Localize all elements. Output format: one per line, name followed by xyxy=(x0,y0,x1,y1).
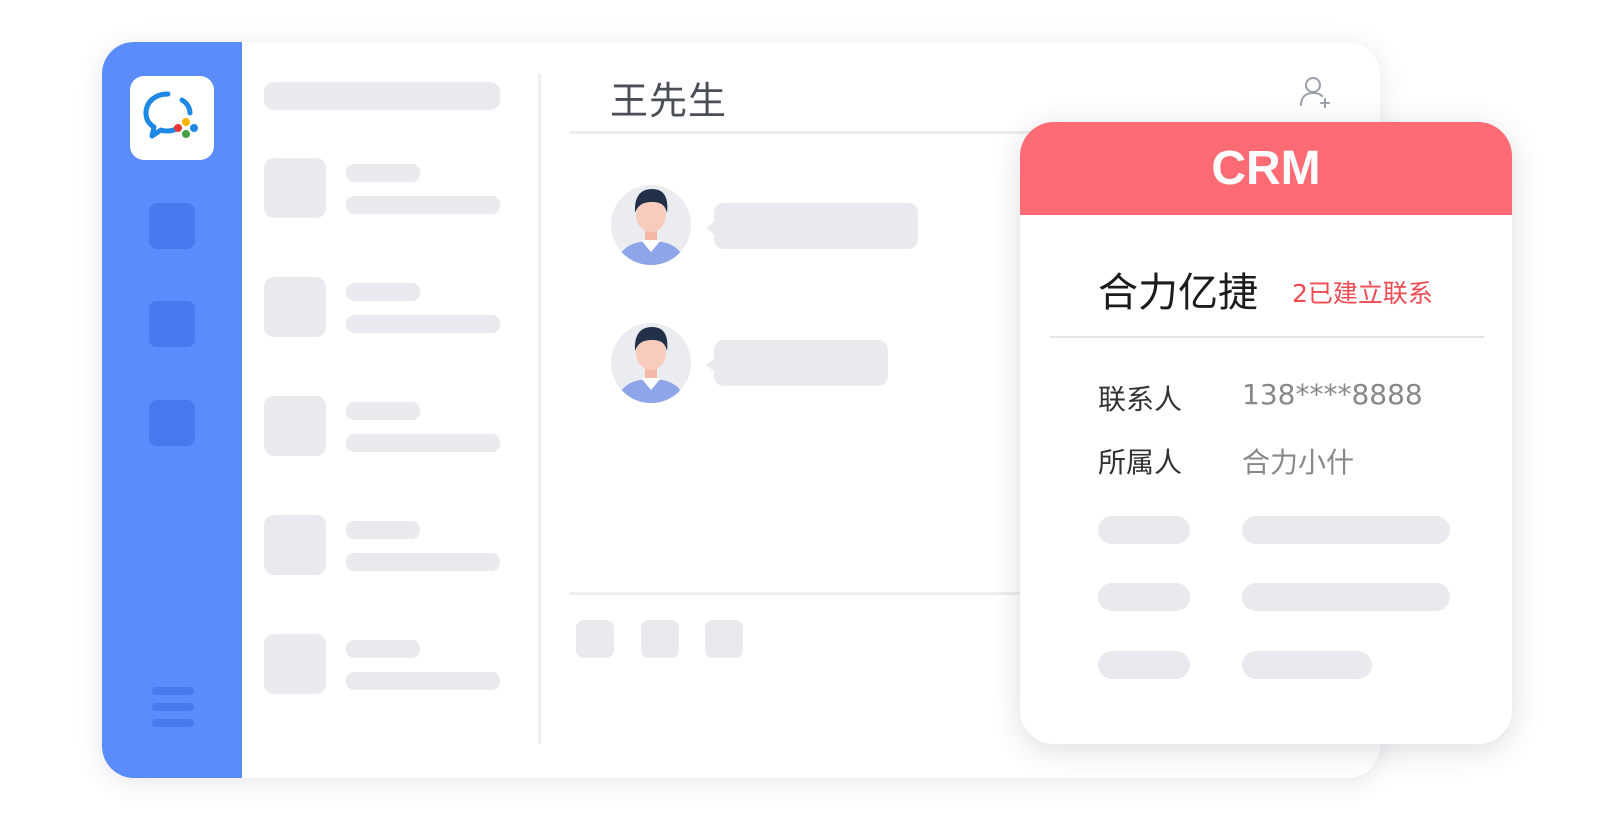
user-avatar[interactable] xyxy=(610,320,692,404)
list-subtitle-placeholder xyxy=(346,434,500,452)
input-divider xyxy=(570,592,1030,595)
nav-item-3[interactable] xyxy=(149,400,195,446)
add-contact-icon[interactable] xyxy=(1298,74,1334,110)
message-bubble xyxy=(706,340,888,386)
list-title-placeholder xyxy=(346,164,420,182)
list-subtitle-placeholder xyxy=(346,196,500,214)
list-avatar-placeholder xyxy=(264,277,326,337)
list-title-placeholder xyxy=(346,521,420,539)
crm-field-value-placeholder xyxy=(1242,516,1450,544)
crm-card: CRM 合力亿捷 2已建立联系 联系人 138****8888 所属人 合力小什 xyxy=(1020,122,1512,744)
user-avatar[interactable] xyxy=(610,182,692,266)
list-avatar-placeholder xyxy=(264,515,326,575)
crm-field-label-contact: 联系人 xyxy=(1098,383,1183,416)
chat-header-divider xyxy=(570,131,1030,134)
list-avatar-placeholder xyxy=(264,396,326,456)
list-avatar-placeholder xyxy=(264,634,326,694)
list-title-placeholder xyxy=(346,283,420,301)
list-title-placeholder xyxy=(346,402,420,420)
crm-field-value-placeholder xyxy=(1242,583,1450,611)
list-avatar-placeholder xyxy=(264,158,326,218)
crm-divider xyxy=(1050,336,1484,338)
crm-field-label-placeholder xyxy=(1098,583,1190,611)
list-subtitle-placeholder xyxy=(346,672,500,690)
toolbar-button[interactable] xyxy=(705,620,743,658)
crm-field-label-owner: 所属人 xyxy=(1098,446,1183,479)
crm-field-value-placeholder xyxy=(1242,651,1372,679)
sidebar xyxy=(102,42,242,778)
search-bar-placeholder[interactable] xyxy=(264,82,500,110)
app-logo[interactable] xyxy=(130,76,214,160)
list-subtitle-placeholder xyxy=(346,553,500,571)
crm-company-name: 合力亿捷 xyxy=(1098,270,1258,316)
list-title-placeholder xyxy=(346,640,420,658)
message-bubble xyxy=(706,203,918,249)
wecom-chat-logo-icon xyxy=(143,91,198,139)
crm-field-value-owner: 合力小什 xyxy=(1242,446,1355,479)
toolbar-button[interactable] xyxy=(641,620,679,658)
crm-field-value-contact: 138****8888 xyxy=(1242,378,1423,411)
nav-item-2[interactable] xyxy=(149,301,195,347)
crm-status-text: 2已建立联系 xyxy=(1292,279,1433,308)
crm-header: CRM xyxy=(1020,122,1512,215)
chat-title: 王先生 xyxy=(610,79,728,123)
hamburger-menu-icon[interactable] xyxy=(152,687,194,733)
crm-field-label-placeholder xyxy=(1098,651,1190,679)
toolbar-button[interactable] xyxy=(576,620,614,658)
crm-field-label-placeholder xyxy=(1098,516,1190,544)
list-subtitle-placeholder xyxy=(346,315,500,333)
list-divider xyxy=(538,74,541,744)
nav-item-1[interactable] xyxy=(149,203,195,249)
